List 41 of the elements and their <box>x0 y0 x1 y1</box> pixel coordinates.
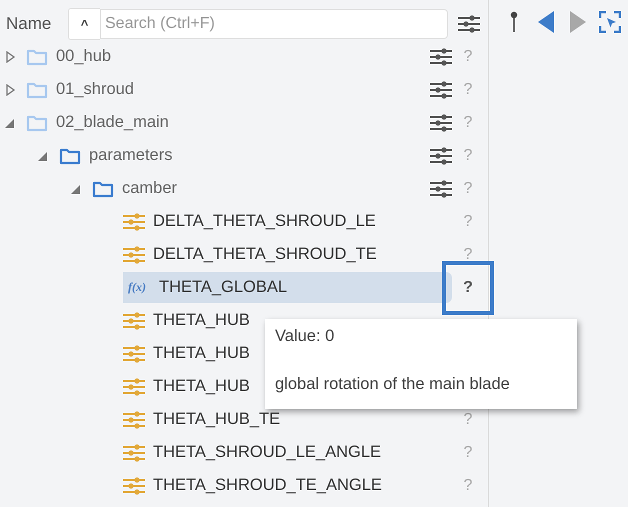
tree-item-label[interactable]: DELTA_THETA_SHROUD_TE <box>153 245 452 264</box>
collapse-button[interactable]: ^ <box>68 8 100 40</box>
settings-icon <box>430 80 452 98</box>
help-icon[interactable]: ? <box>463 278 473 296</box>
settings-icon <box>430 114 452 132</box>
select-button[interactable] <box>599 8 621 36</box>
tree-item-label[interactable]: 00_hub <box>56 47 430 66</box>
expand-arrow-icon[interactable] <box>4 50 16 62</box>
parameter-icon <box>123 444 145 462</box>
tooltip-description: global rotation of the main blade <box>275 375 511 395</box>
tree-item-label[interactable]: THETA_GLOBAL <box>159 278 452 297</box>
parameter-icon <box>123 410 145 428</box>
tree-item-label[interactable]: parameters <box>89 146 430 165</box>
settings-icon <box>430 180 452 198</box>
parameter-icon <box>123 344 145 362</box>
pin-icon <box>510 11 518 33</box>
collapse-arrow-icon[interactable] <box>37 150 49 162</box>
tree-item-label[interactable]: THETA_HUB_TE <box>153 410 452 429</box>
tree-item-label[interactable]: THETA_SHROUD_TE_ANGLE <box>153 476 452 495</box>
search-field[interactable]: Search (Ctrl+F) <box>100 9 448 39</box>
tree-item-label[interactable]: DELTA_THETA_SHROUD_LE <box>153 212 452 231</box>
tree-item-label[interactable]: THETA_SHROUD_LE_ANGLE <box>153 443 452 462</box>
expand-arrow-icon[interactable] <box>4 84 16 96</box>
parameter-icon <box>123 476 145 494</box>
collapse-arrow-icon[interactable] <box>4 116 16 128</box>
tree-item-label[interactable]: 02_blade_main <box>56 113 430 132</box>
parameter-icon <box>123 246 145 264</box>
parameter-icon <box>123 378 145 396</box>
settings-icon <box>430 48 452 66</box>
collapse-arrow-icon[interactable] <box>70 182 82 194</box>
selected-row[interactable]: f(x) THETA_GLOBAL <box>123 272 452 303</box>
tree-item-label[interactable]: camber <box>122 179 430 198</box>
filter-icon <box>458 15 480 33</box>
tree-item-label[interactable]: 01_shroud <box>56 80 430 99</box>
column-header: Name <box>6 14 52 34</box>
parameter-icon <box>123 312 145 330</box>
settings-icon <box>430 146 452 164</box>
parameter-icon <box>123 212 145 230</box>
tooltip-value: Value: 0 <box>275 327 336 347</box>
select-target-icon <box>599 11 621 33</box>
function-icon: f(x) <box>123 280 151 295</box>
